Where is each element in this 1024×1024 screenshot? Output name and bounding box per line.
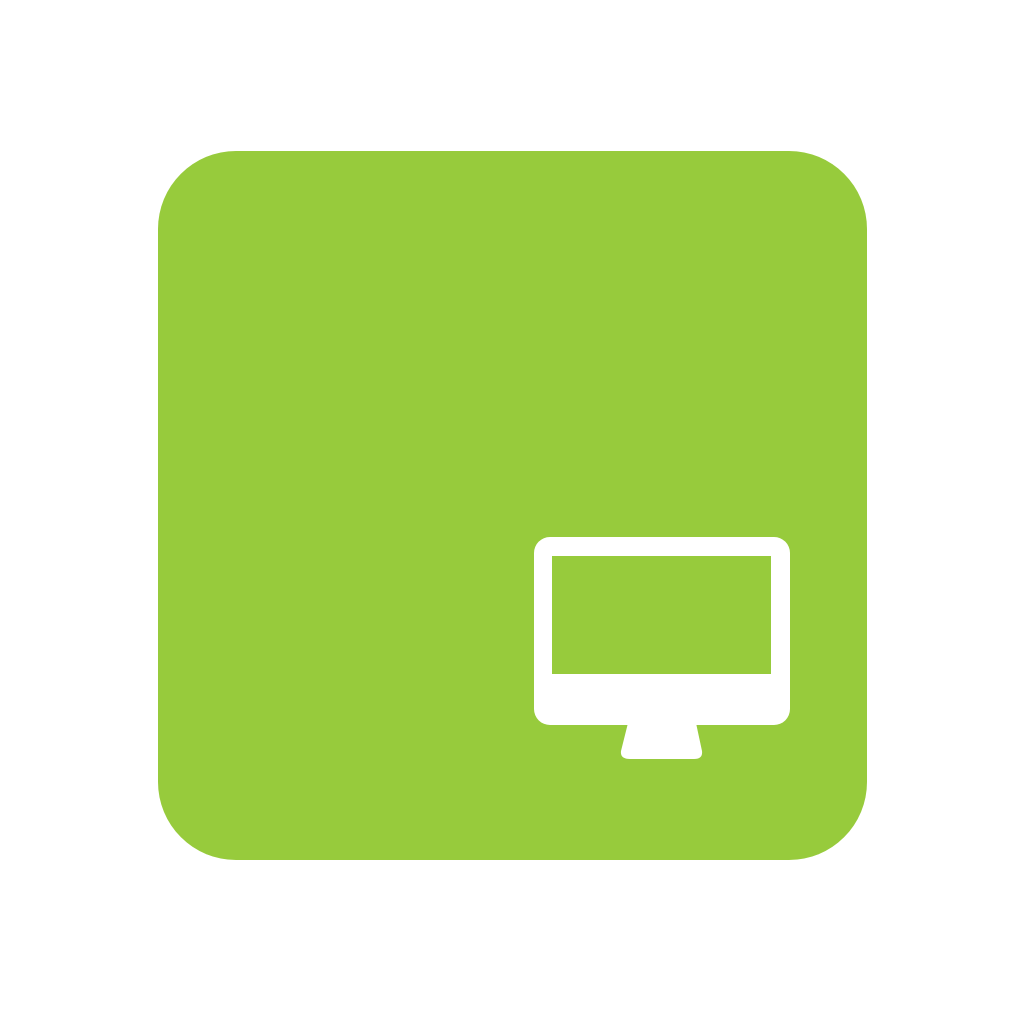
app-icon-tile[interactable] xyxy=(158,151,867,860)
icon-canvas xyxy=(0,0,1024,1024)
desktop-monitor-icon xyxy=(534,537,790,761)
